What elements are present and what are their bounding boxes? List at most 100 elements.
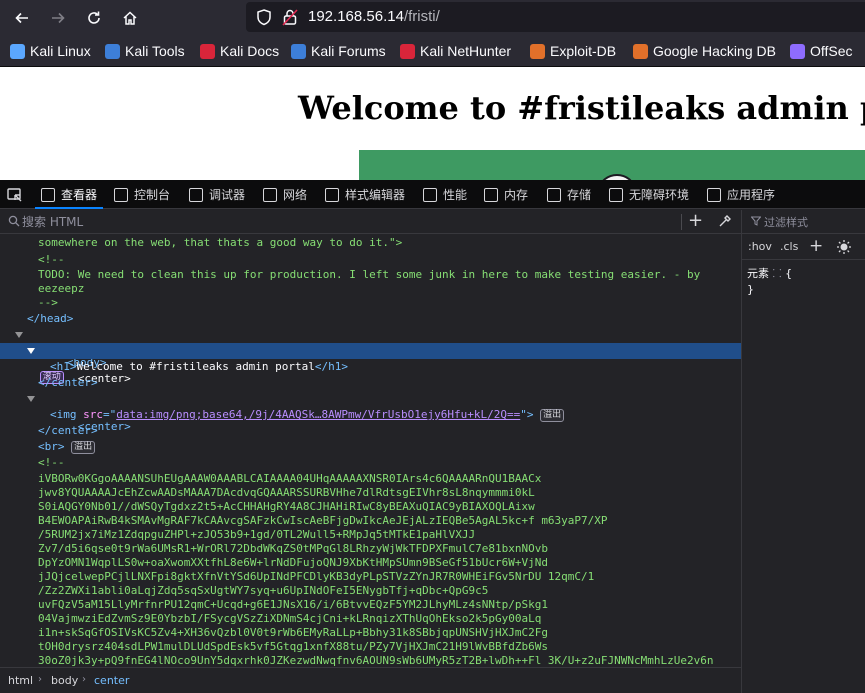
tab-debugger[interactable]: 调试器 [189, 180, 245, 209]
tab-label: 调试器 [209, 188, 246, 202]
tab-console[interactable]: 控制台 [114, 180, 170, 209]
bookmark-kali-tools[interactable]: Kali Tools [105, 43, 185, 59]
collapse-twisty-icon[interactable] [27, 348, 35, 354]
comment-text: uvFQzV5aM15LlyMrfnrPU12qmC+Ucqd+g6E1JNsX… [38, 598, 548, 611]
bookmark-kali-docs[interactable]: Kali Docs [200, 43, 279, 59]
rule-brace-open: { [785, 267, 793, 280]
tab-network[interactable]: 网络 [263, 180, 307, 209]
debugger-icon [189, 187, 203, 202]
accessibility-icon [609, 187, 623, 202]
filter-styles-bar [742, 210, 865, 234]
tab-application[interactable]: 应用程序 [707, 180, 775, 209]
comment-text: jwv8YQUAAAAJcEhZcwAADsMAAA7DAcdvqGQAAARS… [38, 486, 535, 499]
bookmark-exploit-db[interactable]: Exploit-DB [530, 43, 616, 59]
img-src-value[interactable]: data:img/png;base64,/9j/4AAQSk…8AWPmw/Vf… [116, 408, 520, 421]
img-close: "> [520, 408, 534, 421]
kali-nethunter-icon [400, 43, 415, 59]
overflow-badge[interactable]: 溢出 [71, 441, 96, 454]
center-node-selected[interactable]: <center> [0, 343, 741, 385]
bookmark-label: Kali NetHunter [420, 43, 512, 59]
breadcrumb-center[interactable]: center [94, 674, 129, 687]
url-host: 192.168.56.14 [308, 8, 404, 25]
bookmark-label: OffSec [810, 43, 853, 59]
h1-node[interactable]: <h1>Welcome to #fristileaks admin portal… [0, 359, 741, 375]
comment-text: somewhere on the web, that thats a good … [38, 236, 403, 249]
bookmark-kali-linux[interactable]: Kali Linux [10, 43, 91, 59]
home-button[interactable] [118, 6, 142, 30]
base64-line[interactable]: 30oZ0jk3y+pQ9fnEG4lNOco9UnY5dqxrhk0JZKez… [0, 653, 741, 667]
img-node[interactable]: <img src="data:img/png;base64,/9j/4AAQSk… [0, 407, 741, 423]
markup-line[interactable]: somewhere on the web, that thats a good … [0, 235, 741, 251]
breadcrumb-html[interactable]: html [8, 674, 33, 687]
breadcrumb-body[interactable]: body [51, 674, 78, 687]
home-icon [123, 11, 137, 25]
page-viewport: Welcome to #fristileaks admin p [0, 67, 865, 180]
tab-memory[interactable]: 内存 [484, 180, 528, 209]
collapse-twisty-icon[interactable] [15, 332, 23, 338]
bookmark-google-hacking-db[interactable]: Google Hacking DB [633, 43, 776, 59]
markup-line[interactable]: <!-- [0, 252, 741, 268]
performance-icon [423, 187, 437, 202]
light-theme-icon[interactable] [836, 239, 852, 255]
forward-arrow-icon [52, 12, 65, 24]
cls-toggle[interactable]: .cls [780, 240, 798, 253]
bookmark-label: Kali Tools [125, 43, 185, 59]
markup-line[interactable]: --> [0, 295, 741, 311]
add-node-button[interactable]: + [688, 210, 703, 231]
br-node[interactable]: <br> 溢出 [0, 439, 741, 455]
add-rule-button[interactable]: + [809, 236, 823, 256]
h1-close-tag: </h1> [314, 360, 349, 373]
tab-inspector[interactable]: 查看器 [34, 180, 104, 209]
reload-button[interactable] [82, 6, 106, 30]
kali-tools-icon [105, 43, 120, 59]
h1-open-tag: <h1> [50, 360, 77, 373]
bookmark-kali-nethunter[interactable]: Kali NetHunter [400, 43, 511, 59]
comment-open: <!-- [38, 253, 65, 266]
body-node[interactable]: <body> 滚动 [0, 327, 741, 384]
overflow-badge[interactable]: 溢出 [540, 409, 565, 422]
divider [681, 214, 682, 230]
rules-toolbar: :hov .cls + [742, 234, 865, 260]
head-close-tag: </head> [27, 312, 74, 325]
tab-style-editor[interactable]: 样式编辑器 [325, 180, 405, 209]
tracking-shield-icon[interactable] [255, 8, 273, 26]
tab-performance[interactable]: 性能 [423, 180, 467, 209]
img-src-attr: src [83, 408, 103, 421]
markup-line[interactable]: </head> [0, 311, 741, 327]
collapse-twisty-icon[interactable] [27, 396, 35, 402]
address-bar[interactable]: 192.168.56.14/fristi/ [246, 2, 865, 32]
filter-icon [751, 216, 761, 226]
comment-text: tOH0drysrz404sdLPW1mulDLUdSpdEsk5vf5Gtqg… [38, 640, 548, 653]
center-close-tag: </center> [38, 424, 98, 437]
hov-toggle[interactable]: :hov [748, 240, 772, 253]
insecure-lock-icon[interactable] [281, 8, 299, 26]
html-search-bar: + [0, 210, 741, 234]
kali-docs-icon [200, 43, 215, 59]
ghdb-icon [633, 43, 648, 59]
markup-line[interactable]: <!-- [0, 455, 741, 471]
center-node[interactable]: <center> [0, 391, 741, 433]
markup-line[interactable]: </center> [0, 375, 741, 391]
tab-storage[interactable]: 存储 [547, 180, 591, 209]
center-close-tag: </center> [38, 376, 98, 389]
rule-brace-close: } [747, 283, 754, 296]
br-tag: <br> [38, 440, 65, 453]
storage-icon [547, 187, 561, 202]
markup-view[interactable]: somewhere on the web, that thats a good … [0, 235, 741, 667]
url-text[interactable]: 192.168.56.14/fristi/ [308, 8, 440, 25]
bookmark-kali-forums[interactable]: Kali Forums [291, 43, 386, 59]
browser-toolbar: 192.168.56.14/fristi/ [0, 0, 865, 36]
exploit-db-icon [530, 43, 545, 59]
markup-line[interactable]: </center> [0, 423, 741, 439]
bookmark-offsec[interactable]: OffSec [790, 43, 853, 59]
element-picker-icon[interactable] [6, 186, 24, 204]
tab-accessibility[interactable]: 无障碍环境 [609, 180, 689, 209]
html-search-input[interactable] [22, 212, 662, 232]
bookmark-label: Kali Linux [30, 43, 91, 59]
back-button[interactable] [10, 6, 34, 30]
filter-styles-input[interactable] [764, 212, 862, 232]
rule-selector: 元素 [747, 267, 769, 280]
eyedropper-icon[interactable] [718, 214, 732, 228]
forward-button[interactable] [46, 6, 70, 30]
network-icon [263, 187, 277, 202]
